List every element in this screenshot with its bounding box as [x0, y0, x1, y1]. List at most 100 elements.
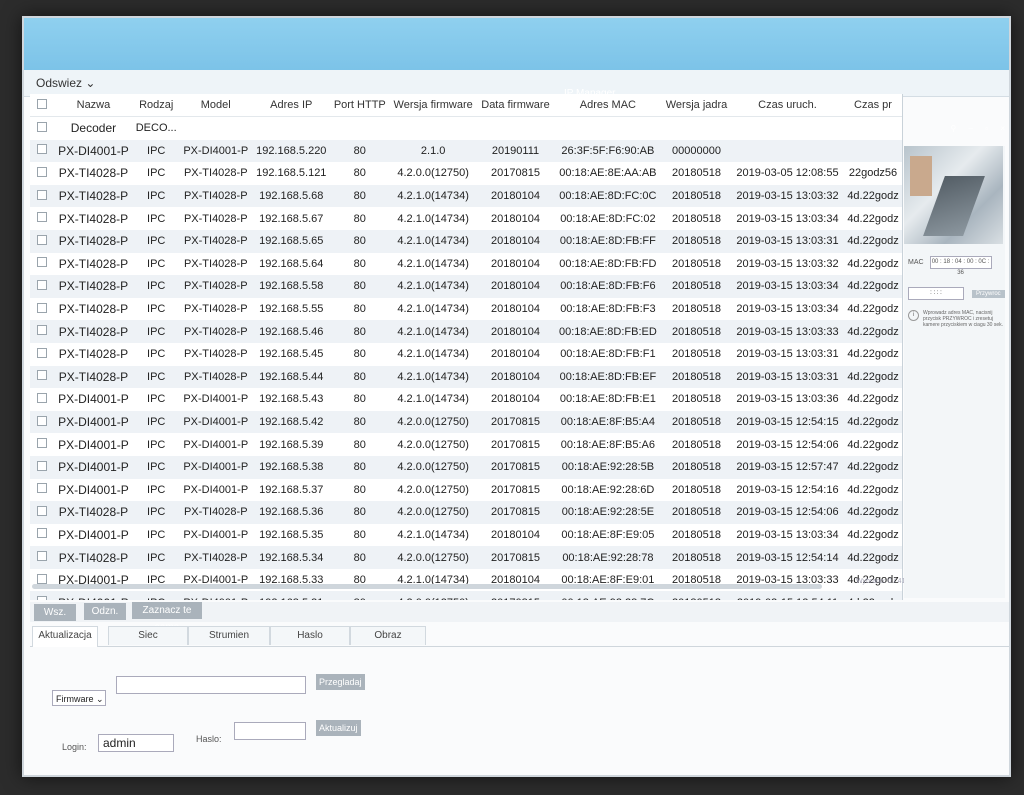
table-row[interactable]: PX-TI4028-P IPC PX-TI4028-P 192.168.5.44 80 4…: [30, 365, 902, 389]
tab-obraz[interactable]: Obraz: [350, 626, 426, 645]
table-row[interactable]: PX-TI4028-P IPC PX-TI4028-P 192.168.5.121 80…: [30, 162, 902, 185]
table-cell: 20180518: [672, 303, 721, 316]
row-checkbox[interactable]: [30, 139, 54, 163]
row-checkbox[interactable]: [30, 433, 54, 456]
update-button[interactable]: Aktualizuj: [316, 720, 361, 736]
deselect-button[interactable]: Odzn.: [84, 603, 126, 620]
row-checkbox[interactable]: [30, 207, 54, 230]
col-header[interactable]: Port HTTP: [330, 94, 390, 117]
table-row[interactable]: PX-TI4028-P IPC PX-TI4028-P 192.168.5.67 80 4…: [30, 207, 902, 230]
col-header[interactable]: Adres MAC: [553, 94, 663, 117]
table-row[interactable]: PX-TI4028-P IPC PX-TI4028-P 192.168.5.45 80 4…: [30, 343, 902, 366]
table-row[interactable]: PX-TI4028-P IPC PX-TI4028-P 192.168.5.65 80 4…: [30, 229, 902, 253]
refresh-button[interactable]: Odswiez ⌄: [36, 76, 95, 90]
table-row[interactable]: PX-DI4001-P IPC PX-DI4001-P 192.168.5.39 80 4…: [30, 433, 902, 456]
table-row[interactable]: PX-TI4028-P IPC PX-TI4028-P 192.168.5.58 80 4…: [30, 275, 902, 298]
table-row[interactable]: PX-TI4028-P IPC PX-TI4028-P 192.168.5.34 80 4…: [30, 546, 902, 569]
col-header[interactable]: Wersja firmware: [389, 94, 478, 117]
mac-input[interactable]: 00 : 18 : 04 : 00 : 0C : 36: [929, 256, 992, 276]
table-row[interactable]: PX-TI4028-P IPC PX-TI4028-P 192.168.5.68 80 4…: [30, 184, 902, 208]
row-checkbox[interactable]: [30, 455, 54, 479]
col-header[interactable]: Rodzaj: [132, 94, 180, 117]
row-checkbox[interactable]: [30, 275, 54, 298]
col-header[interactable]: Czas pr: [844, 94, 902, 117]
row-checkbox[interactable]: [30, 410, 54, 434]
table-row[interactable]: PX-DI4001-P IPC PX-DI4001-P 192.168.5.35 80 4…: [30, 524, 902, 547]
table-row[interactable]: PX-TI4028-P IPC PX-TI4028-P 192.168.5.55 80 4…: [30, 298, 902, 321]
table-cell: 2.1.0: [389, 139, 478, 163]
table-cell: 192.168.5.34: [252, 546, 331, 569]
col-header[interactable]: Nazwa: [54, 94, 133, 117]
table-cell: 80: [330, 320, 390, 343]
select-all-checkbox[interactable]: [30, 94, 54, 117]
row-checkbox[interactable]: [30, 343, 54, 366]
table-cell: 192.168.5.68: [252, 184, 331, 208]
table-row[interactable]: PX-DI4001-P IPC PX-DI4001-P 192.168.5.43 80 4…: [30, 388, 902, 411]
window-controls[interactable]: ⚲ – ▫ ×: [951, 124, 1010, 133]
table-row[interactable]: PX-TI4028-P IPC PX-TI4028-P 192.168.5.64 80 4…: [30, 253, 902, 276]
col-header[interactable]: Wersja jadra: [662, 94, 731, 117]
select-all-button[interactable]: Wsz.: [34, 604, 76, 621]
restore-button[interactable]: Przywroc: [972, 289, 1005, 298]
table-cell: 2019-03-15 12:54:06: [731, 501, 845, 524]
row-checkbox[interactable]: [30, 253, 54, 276]
browse-button[interactable]: Przegladaj: [316, 674, 365, 690]
table-cell: PX-TI4028-P: [179, 546, 252, 569]
tab-strumien[interactable]: Strumien: [188, 626, 270, 645]
table-row[interactable]: Decoder DECO...: [30, 117, 902, 140]
row-checkbox[interactable]: [30, 298, 54, 321]
table-cell: PX-TI4028-P: [183, 212, 248, 225]
table-cell: 192.168.5.46: [252, 320, 331, 343]
table-cell: 80: [330, 365, 390, 389]
table-cell: 4.2.0.0(12750): [389, 455, 478, 479]
code-input[interactable]: : : : :: [908, 287, 964, 300]
row-checkbox[interactable]: [30, 501, 54, 524]
table-cell: 4.2.1.0(14734): [397, 348, 469, 361]
table-cell: 20180104: [491, 348, 540, 361]
table-row[interactable]: PX-DI4001-P IPC PX-DI4001-P 192.168.5.37 80 4…: [30, 479, 902, 502]
table-cell: PX-TI4028-P: [54, 501, 133, 524]
table-row[interactable]: PX-DI4001-P IPC PX-DI4001-P 192.168.5.42 80 4…: [30, 410, 902, 434]
table-cell: 4d.22godz: [844, 501, 902, 524]
col-header[interactable]: Data firmware: [477, 94, 554, 117]
table-row[interactable]: PX-TI4028-P IPC PX-TI4028-P 192.168.5.36 80 4…: [30, 501, 902, 524]
col-header[interactable]: Model: [179, 94, 252, 117]
row-checkbox[interactable]: [30, 184, 54, 208]
row-checkbox[interactable]: [30, 162, 54, 185]
table-cell: 20180518: [672, 167, 721, 180]
col-header[interactable]: Czas uruch.: [731, 94, 845, 117]
table-cell: 20180104: [477, 320, 554, 343]
table-cell: 2019-03-15 13:03:34: [736, 528, 839, 541]
row-checkbox[interactable]: [30, 320, 54, 343]
table-row[interactable]: PX-TI4028-P IPC PX-TI4028-P 192.168.5.46 80 4…: [30, 320, 902, 343]
table-cell: [252, 117, 331, 140]
table-cell: 4d.22godz: [847, 438, 899, 451]
row-checkbox[interactable]: [30, 479, 54, 502]
password-input[interactable]: [234, 722, 306, 740]
horizontal-scrollbar[interactable]: [32, 584, 822, 589]
login-input[interactable]: admin: [98, 734, 174, 752]
table-cell: 192.168.5.220: [252, 139, 331, 163]
row-checkbox[interactable]: [30, 388, 54, 411]
row-checkbox[interactable]: [30, 117, 54, 140]
row-checkbox[interactable]: [30, 591, 54, 600]
table-cell: DECO...: [135, 122, 177, 135]
select-same-button[interactable]: Zaznacz te same: [132, 602, 202, 633]
update-type-select[interactable]: Firmware ⌄: [52, 690, 106, 706]
tab-haslo[interactable]: Haslo: [270, 626, 350, 645]
row-checkbox[interactable]: [30, 546, 54, 569]
table-cell: 2019-03-15 12:57:47: [731, 455, 845, 479]
table-row[interactable]: PX-DI4001-P IPC PX-DI4001-P 192.168.5.220 80…: [30, 139, 902, 163]
tab-aktualizacja[interactable]: Aktualizacja: [32, 626, 98, 647]
file-path-input[interactable]: [116, 676, 306, 694]
row-checkbox[interactable]: [30, 524, 54, 547]
tab-siec[interactable]: Siec: [108, 626, 188, 645]
col-header[interactable]: Adres IP: [252, 94, 331, 117]
table-row[interactable]: PX-DI4001-PIPCPX-DI4001-P192.168.5.31804…: [30, 591, 902, 600]
row-checkbox[interactable]: [30, 229, 54, 253]
table-cell: [844, 117, 902, 140]
row-checkbox[interactable]: [30, 365, 54, 389]
table-row[interactable]: PX-DI4001-P IPC PX-DI4001-P 192.168.5.38 80 4…: [30, 455, 902, 479]
table-cell: IPC: [147, 212, 166, 225]
table-cell: PX-DI4001-P: [179, 455, 252, 479]
